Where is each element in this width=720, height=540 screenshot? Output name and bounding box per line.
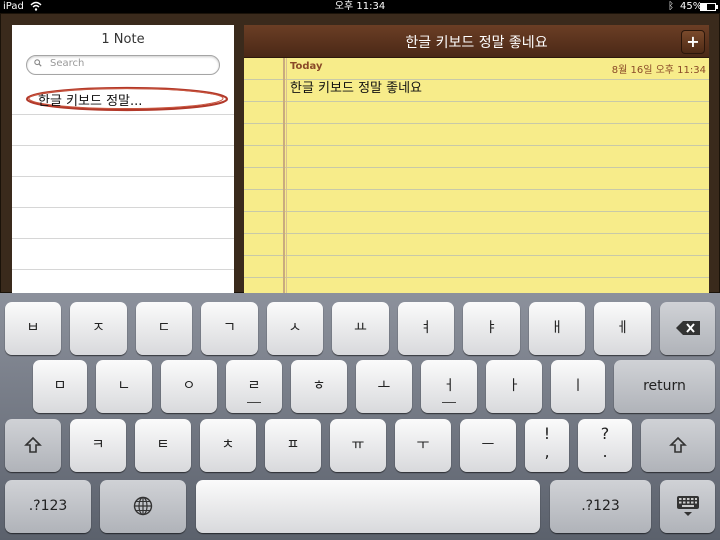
key-bieup[interactable]: ㅂ xyxy=(5,302,61,355)
note-body[interactable]: 한글 키보드 정말 좋네요 xyxy=(290,77,422,96)
key-siot[interactable]: ㅅ xyxy=(267,302,323,355)
backspace-icon xyxy=(675,321,700,335)
list-lines xyxy=(12,84,234,293)
shift-icon xyxy=(669,436,687,453)
list-item-label: 한글 키보드 정말... xyxy=(38,94,143,109)
key-yeo[interactable]: ㅕ xyxy=(398,302,454,355)
key-giyeok[interactable]: ㄱ xyxy=(201,302,258,355)
key-mieum[interactable]: ㅁ xyxy=(33,360,87,413)
note-pane: 한글 키보드 정말 좋네요 + Today 8월 16일 오후 11:34 한글… xyxy=(244,25,709,293)
shift-key-right[interactable] xyxy=(641,419,715,472)
keyboard: ㅂ ㅈ ㄷ ㄱ ㅅ ㅛ ㅕ ㅑ ㅐ ㅔ ㅁ ㄴ ㅇ ㄹ ㅎ ㅗ ㅓ ㅏ ㅣ re… xyxy=(0,293,720,540)
battery-fill xyxy=(701,4,708,10)
key-digeut[interactable]: ㄷ xyxy=(136,302,192,355)
key-eo-label: ㅓ xyxy=(442,378,456,394)
key-pieup[interactable]: ㅍ xyxy=(265,419,321,472)
add-note-button[interactable]: + xyxy=(681,30,705,54)
numbers-key-right[interactable]: .?123 xyxy=(550,480,651,533)
key-exclamation-comma[interactable]: ! , xyxy=(525,419,569,472)
key-yu[interactable]: ㅠ xyxy=(330,419,386,472)
note-title: 한글 키보드 정말 좋네요 xyxy=(405,35,548,51)
key-question: ? xyxy=(600,424,610,443)
note-date: 8월 16일 오후 11:34 xyxy=(611,65,706,76)
key-rieul-label: ㄹ xyxy=(247,378,261,394)
key-ae[interactable]: ㅐ xyxy=(529,302,585,355)
key-exclamation: ! xyxy=(543,424,551,443)
globe-icon xyxy=(133,496,153,516)
key-tieut[interactable]: ㅌ xyxy=(135,419,191,472)
bluetooth-icon: ᛒ xyxy=(668,1,674,12)
return-key[interactable]: return xyxy=(614,360,715,413)
key-e[interactable]: ㅔ xyxy=(594,302,651,355)
paper-margin-line-2 xyxy=(286,58,287,293)
key-o[interactable]: ㅗ xyxy=(356,360,412,413)
note-header: 한글 키보드 정말 좋네요 + xyxy=(244,25,709,58)
key-a[interactable]: ㅏ xyxy=(486,360,542,413)
search-field[interactable]: Search xyxy=(26,55,220,75)
key-question-period[interactable]: ? . xyxy=(578,419,632,472)
key-rieul[interactable]: ㄹ xyxy=(226,360,282,413)
clock: 오후 11:34 xyxy=(334,1,386,12)
note-paper[interactable]: Today 8월 16일 오후 11:34 한글 키보드 정말 좋네요 xyxy=(244,58,709,293)
key-eu[interactable]: ㅡ xyxy=(460,419,516,472)
key-comma: , xyxy=(544,442,550,461)
key-yo[interactable]: ㅛ xyxy=(332,302,389,355)
battery-icon xyxy=(700,3,718,11)
key-hieut[interactable]: ㅎ xyxy=(291,360,347,413)
key-ya[interactable]: ㅑ xyxy=(463,302,520,355)
search-icon xyxy=(34,59,42,67)
key-ieung[interactable]: ㅇ xyxy=(161,360,217,413)
note-today-label: Today xyxy=(290,61,323,72)
paper-margin-line xyxy=(283,58,285,293)
key-u[interactable]: ㅜ xyxy=(395,419,451,472)
shift-key-left[interactable] xyxy=(5,419,61,472)
status-bar: iPad 오후 11:34 ᛒ 45% xyxy=(0,0,720,13)
space-bar[interactable] xyxy=(196,480,540,533)
key-jieut[interactable]: ㅈ xyxy=(70,302,127,355)
key-kieuk[interactable]: ㅋ xyxy=(70,419,126,472)
hide-keyboard-icon xyxy=(676,496,699,516)
battery-percent: 45% xyxy=(680,1,703,12)
hide-keyboard-key[interactable] xyxy=(660,480,715,533)
list-item[interactable]: 한글 키보드 정말... xyxy=(12,84,234,115)
home-marker xyxy=(247,402,261,403)
home-marker xyxy=(442,402,456,403)
search-placeholder: Search xyxy=(50,58,85,69)
key-eo[interactable]: ㅓ xyxy=(421,360,477,413)
globe-key[interactable] xyxy=(100,480,186,533)
key-period: . xyxy=(602,442,608,461)
backspace-key[interactable] xyxy=(660,302,715,355)
notes-list-pane: 1 Note Search 한글 키보드 정말... xyxy=(12,25,234,293)
list-title: 1 Note xyxy=(101,32,145,47)
key-nieun[interactable]: ㄴ xyxy=(96,360,152,413)
key-i[interactable]: ㅣ xyxy=(551,360,605,413)
key-chieut[interactable]: ㅊ xyxy=(200,419,256,472)
numbers-key-left[interactable]: .?123 xyxy=(5,480,91,533)
shift-icon xyxy=(24,436,42,453)
